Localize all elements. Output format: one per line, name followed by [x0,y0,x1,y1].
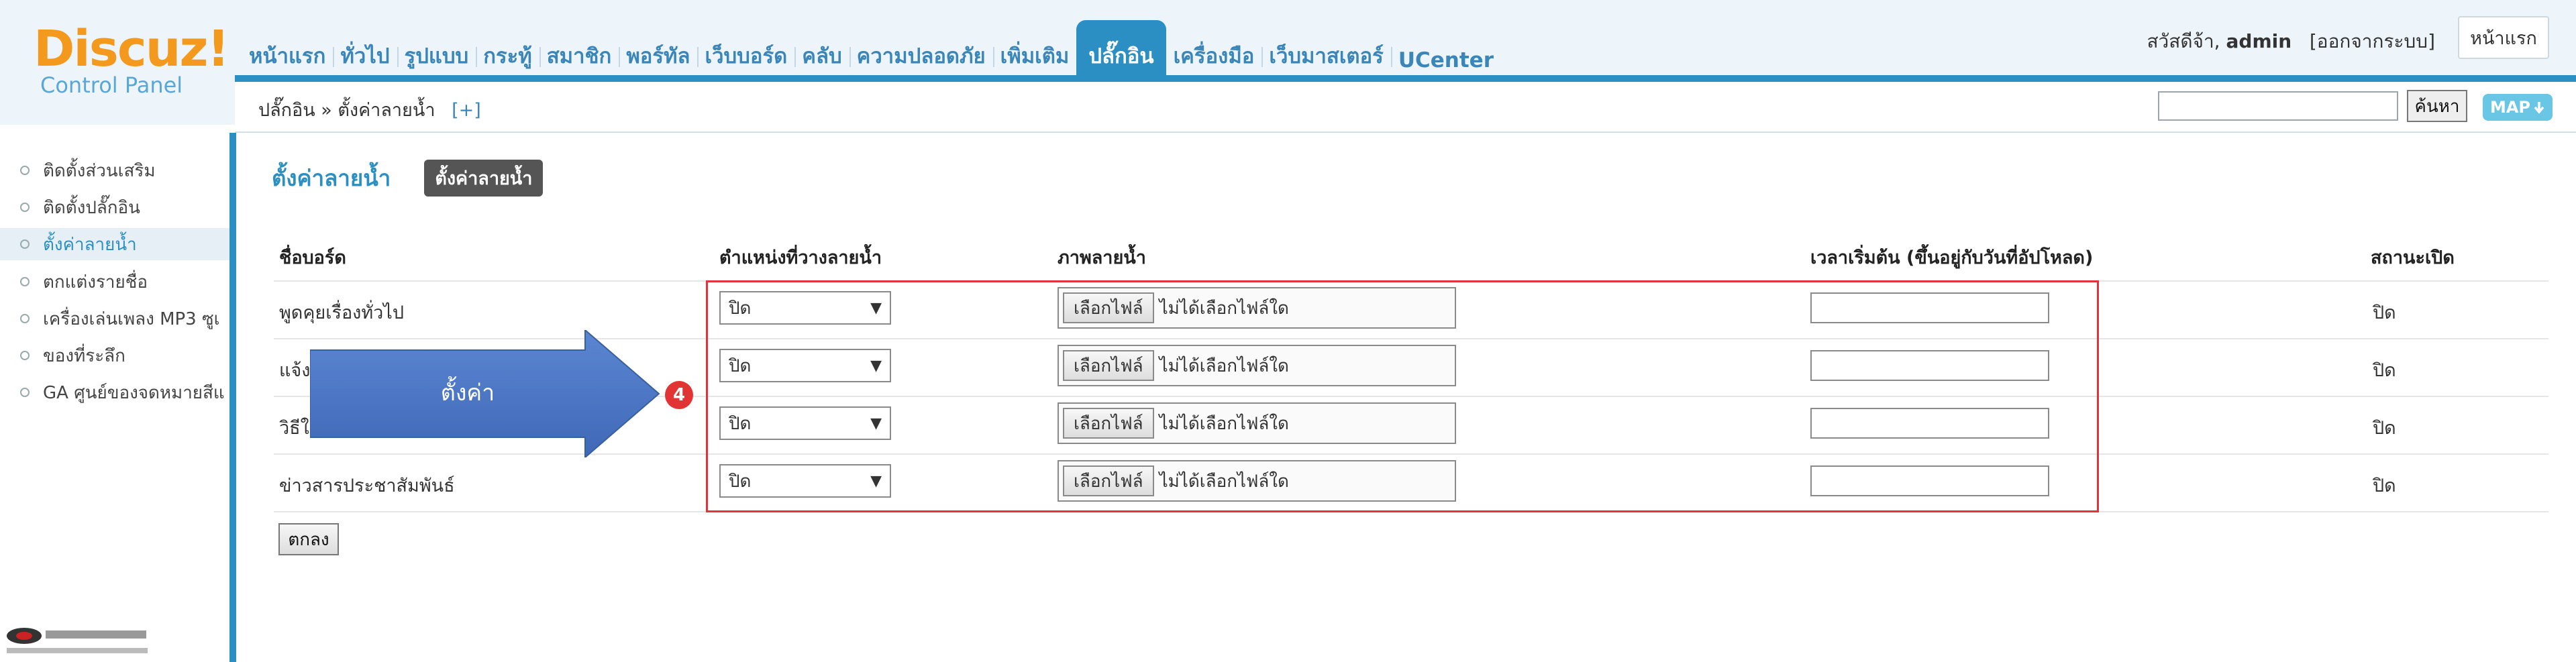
sidebar-item-ga-mail[interactable]: GA ศูนย์ของจดหมายสีแ [20,376,228,408]
nav-style[interactable]: รูปแบบ [397,20,476,82]
submit-button[interactable]: ตกลง [278,523,339,555]
logo-sub-text: Control Panel [40,72,183,98]
breadcrumb-bar: ปลั๊กอิน » ตั้งค่าลายน้ำ [+] ค้นหา MAP [235,82,2576,133]
sidebar-item-install-plugins[interactable]: ติดตั้งปลั๊กอิน [20,191,228,223]
watermark-logo [7,628,148,653]
nav-general[interactable]: ทั่วไป [333,20,397,82]
callout-arrow: ตั้งค่า [310,330,660,457]
status-value: ปิด [2373,360,2396,381]
username: admin [2226,30,2292,52]
status-value: ปิด [2373,476,2396,496]
circle-bullet-icon [20,314,30,323]
nav-members[interactable]: สมาชิก [539,20,619,82]
top-header: หน้าแรก ทั่วไป รูปแบบ กระทู้ สมาชิก พอร์… [0,0,2576,82]
page-title: ตั้งค่าลายน้ำ [272,165,391,191]
arrow-down-icon [2534,102,2544,114]
callout-label: ตั้งค่า [441,376,495,406]
home-button[interactable]: หน้าแรก [2458,16,2549,59]
sidebar-item-label: ตั้งค่าลายน้ำ [43,234,137,255]
status-value: ปิด [2373,302,2396,323]
circle-bullet-icon [20,166,30,175]
sidebar-item-watermark[interactable]: ตั้งค่าลายน้ำ [0,228,229,260]
logo-main-text: Discuz! [34,20,229,78]
sidebar-item-name-decoration[interactable]: ตกแต่งรายชื่อ [20,266,228,298]
tab-watermark-settings[interactable]: ตั้งค่าลายน้ำ [424,160,544,197]
column-header-board: ชื่อบอร์ด [279,247,346,268]
sidebar-item-label: ตกแต่งรายชื่อ [43,272,148,292]
nav-security[interactable]: ความปลอดภัย [849,20,993,82]
sidebar: ติดตั้งส่วนเสริม ติดตั้งปลั๊กอิน ตั้งค่า… [0,133,236,662]
breadcrumb-path[interactable]: ปลั๊กอิน » ตั้งค่าลายน้ำ [258,100,435,121]
column-header-image: ภาพลายน้ำ [1058,247,1146,268]
sidebar-item-souvenirs[interactable]: ของที่ระลึก [20,339,228,372]
add-shortcut-link[interactable]: [+] [452,100,481,121]
main-nav: หน้าแรก ทั่วไป รูปแบบ กระทู้ สมาชิก พอร์… [242,20,1501,82]
sidebar-item-label: ของที่ระลึก [43,345,125,366]
map-label: MAP [2489,98,2531,117]
sidebar-item-label: เครื่องเล่นเพลง MP3 ซูเ [43,309,220,329]
sidebar-item-label: ติดตั้งส่วนเสริม [43,160,156,181]
nav-portal[interactable]: พอร์ทัล [619,20,697,82]
sidebar-item-label: GA ศูนย์ของจดหมายสีแ [43,382,225,403]
circle-bullet-icon [20,203,30,212]
search-button[interactable]: ค้นหา [2407,90,2467,122]
greeting-text: สวัสดีจ้า, [2147,30,2220,52]
circle-bullet-icon [20,351,30,360]
nav-ucenter[interactable]: UCenter [1390,20,1501,82]
page-title-row: ตั้งค่าลายน้ำ ตั้งค่าลายน้ำ [272,160,544,197]
search-input[interactable] [2158,91,2398,121]
table-row-board: พูดคุยเรื่องทั่วไป [279,302,405,323]
table-row-board: ข่าวสารประชาสัมพันธ์ [279,476,455,496]
nav-webmaster[interactable]: เว็บมาสเตอร์ [1261,20,1390,82]
column-header-position: ตำแหน่งที่วางลายน้ำ [719,247,882,268]
step-badge: 4 [665,381,693,409]
nav-extended[interactable]: เพิ่มเติม [992,20,1077,82]
sidebar-item-install-addons[interactable]: ติดตั้งส่วนเสริม [20,154,228,186]
logout-link[interactable]: [ออกจากระบบ] [2310,30,2435,52]
nav-threads[interactable]: กระทู้ [476,20,539,82]
nav-tools[interactable]: เครื่องมือ [1166,20,1262,82]
highlight-box [706,280,2099,512]
map-button[interactable]: MAP [2483,94,2553,121]
status-value: ปิด [2373,418,2396,439]
nav-club[interactable]: คลับ [794,20,849,82]
column-header-status: สถานะเปิด [2371,247,2455,268]
nav-plugins[interactable]: ปลั๊กอิน [1076,20,1166,82]
nav-home[interactable]: หน้าแรก [242,20,333,82]
circle-bullet-icon [20,388,30,397]
circle-bullet-icon [20,277,30,286]
breadcrumb: ปลั๊กอิน » ตั้งค่าลายน้ำ [+] [258,95,481,124]
sidebar-item-mp3-player[interactable]: เครื่องเล่นเพลง MP3 ซูเ [20,302,228,335]
user-area: สวัสดีจ้า, admin [ออกจากระบบ] [2147,27,2435,56]
logo[interactable]: Discuz! Control Panel [0,0,235,125]
nav-forum[interactable]: เว็บบอร์ด [697,20,794,82]
column-header-start-time: เวลาเริ่มต้น (ขึ้นอยู่กับวันที่อัปโหลด) [1810,247,2094,268]
circle-bullet-icon [20,239,30,249]
sidebar-item-label: ติดตั้งปลั๊กอิน [43,197,140,218]
